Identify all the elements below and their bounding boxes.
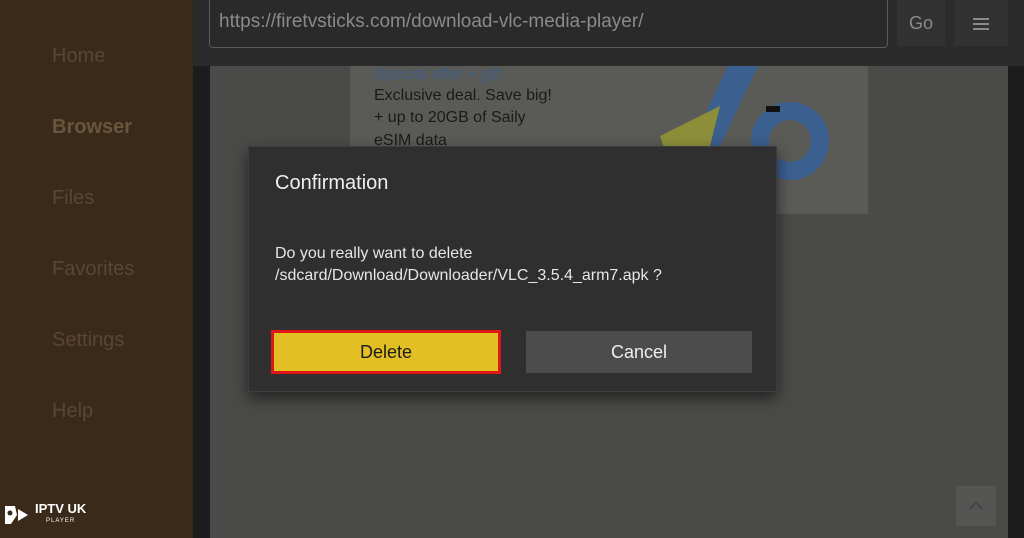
watermark: IPTV UK PLAYER — [3, 501, 87, 527]
arrow-up-icon — [969, 500, 983, 510]
sidebar-item-files[interactable]: Files — [52, 187, 94, 210]
url-input[interactable]: https://firetvsticks.com/download-vlc-me… — [209, 0, 888, 48]
cancel-button[interactable]: Cancel — [526, 331, 752, 373]
dialog-message: Do you really want to delete /sdcard/Dow… — [275, 245, 662, 284]
sidebar-item-home[interactable]: Home — [52, 45, 105, 68]
sidebar-item-help[interactable]: Help — [52, 400, 93, 423]
sidebar-item-favorites[interactable]: Favorites — [52, 258, 134, 281]
delete-button[interactable]: Delete — [271, 330, 501, 374]
url-text: https://firetvsticks.com/download-vlc-me… — [219, 11, 644, 32]
ad-line-offer: Special offer + gift — [374, 66, 503, 83]
sidebar-item-browser[interactable]: Browser — [52, 116, 132, 139]
go-button[interactable]: Go — [897, 0, 945, 46]
hamburger-menu-icon — [973, 17, 989, 30]
browser-toolbar: https://firetvsticks.com/download-vlc-me… — [193, 0, 1024, 66]
confirmation-dialog: Confirmation Do you really want to delet… — [248, 146, 777, 392]
sidebar-item-settings[interactable]: Settings — [52, 329, 124, 352]
iptv-logo-icon — [5, 506, 28, 524]
menu-button[interactable] — [954, 0, 1008, 46]
watermark-sub: PLAYER — [46, 518, 76, 524]
watermark-brand: IPTV UK — [35, 501, 87, 516]
ad-line-data: + up to 20GB of Saily — [374, 109, 526, 126]
dialog-title: Confirmation — [275, 172, 389, 194]
sidebar: Home Browser Files Favorites Settings He… — [0, 0, 193, 538]
ad-line-deal: Exclusive deal. Save big! — [374, 87, 552, 104]
scroll-to-top-button[interactable] — [956, 486, 996, 526]
